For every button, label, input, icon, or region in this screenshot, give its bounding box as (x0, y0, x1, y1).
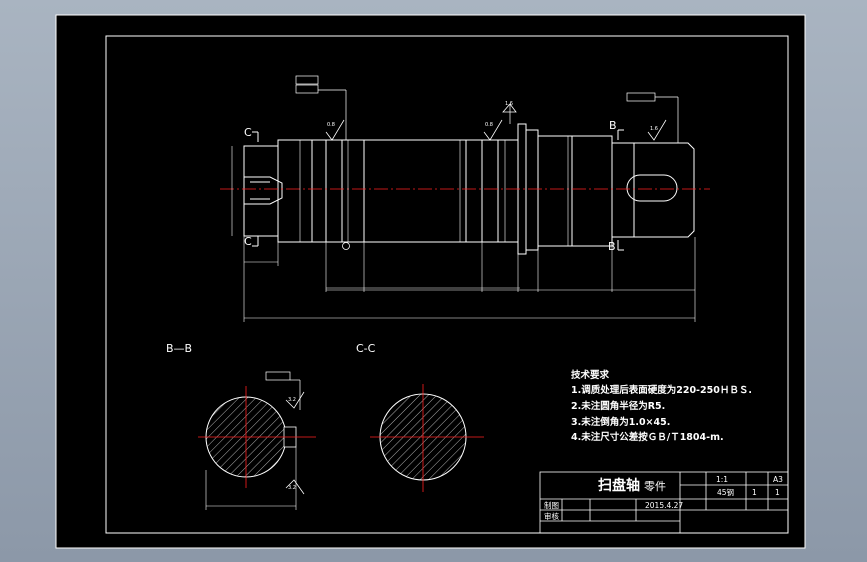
count-value: 1 (752, 488, 757, 497)
roughness-value-4: 1.6 (505, 101, 513, 107)
tech-req-item-2: 2.未注圆角半径为R5. (571, 401, 666, 412)
part-label: 零件 (644, 480, 666, 493)
material-value: 45钢 (717, 488, 735, 497)
roughness-value-3: 1.6 (650, 126, 658, 132)
check-label: 审核 (544, 512, 559, 521)
tech-req-item-1: 1.调质处理后表面硬度为220-250ＨＢＳ. (571, 385, 752, 396)
section-bb-title: B—B (166, 342, 193, 355)
tech-req-title: 技术要求 (571, 370, 610, 381)
section-b-label-bottom: B (608, 240, 616, 253)
section-cc-title: C-C (356, 342, 376, 355)
roughness-value-5: 3.2 (288, 397, 296, 403)
sheet-count-value: 1 (775, 488, 780, 497)
scale-value: 1:1 (716, 475, 729, 484)
section-c-label-top: C (244, 126, 252, 139)
date-value: 2015.4.27 (645, 501, 684, 510)
section-c-label-bottom: C (244, 235, 252, 248)
sheet-size-value: A3 (773, 475, 783, 484)
tech-req-item-4: 4.未注尺寸公差按ＧＢ/Ｔ1804-m. (571, 432, 724, 443)
roughness-value-1: 0.8 (327, 122, 335, 128)
roughness-value-2: 0.8 (485, 122, 493, 128)
section-b-label-top: B (609, 119, 617, 132)
draw-label: 制图 (544, 501, 559, 510)
part-name: 扫盘轴 (598, 478, 640, 494)
roughness-value-6: 3.2 (288, 485, 296, 491)
drawing-sheet (55, 14, 806, 549)
tech-req-item-3: 3.未注倒角为1.0×45. (571, 417, 671, 428)
